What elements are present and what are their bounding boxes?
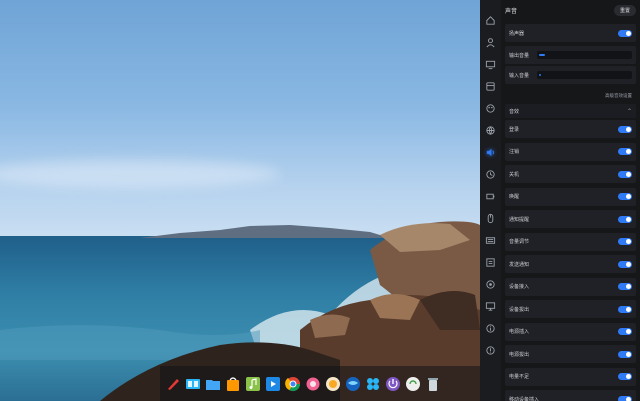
- effect-row: 注销: [505, 142, 636, 161]
- effect-toggle[interactable]: [618, 395, 632, 401]
- effect-toggle[interactable]: [618, 193, 632, 200]
- output-volume-row: 输出音量: [505, 46, 636, 64]
- effect-row: 通知提醒: [505, 210, 636, 228]
- effect-row: 关机: [505, 165, 636, 183]
- web-icon[interactable]: [344, 375, 362, 393]
- effect-toggle[interactable]: [618, 350, 632, 358]
- display-icon[interactable]: [480, 54, 501, 74]
- effect-toggle[interactable]: [618, 283, 632, 290]
- output-volume-label: 输出音量: [509, 52, 530, 59]
- effect-label: 设备拔出: [509, 306, 530, 313]
- input-volume-row: 输入音量: [505, 66, 636, 84]
- deepin-store-icon[interactable]: [324, 375, 342, 393]
- speaker-row: 扬声器: [505, 24, 636, 42]
- effect-row: 电量不足: [505, 367, 636, 386]
- update-icon[interactable]: [480, 230, 501, 250]
- app-store-icon[interactable]: [224, 375, 242, 393]
- rocks: [0, 221, 480, 401]
- effect-label: 唤醒: [509, 194, 520, 200]
- output-volume-fill: [539, 54, 545, 56]
- browser-icon[interactable]: [284, 375, 302, 393]
- account-icon[interactable]: [480, 32, 501, 52]
- trash-icon[interactable]: [424, 375, 442, 393]
- settings-sidebar: [480, 0, 502, 401]
- reset-button[interactable]: 重置: [613, 4, 636, 16]
- movie-icon[interactable]: [264, 375, 282, 393]
- printer-icon[interactable]: [480, 274, 501, 294]
- effect-row: 发送通知: [505, 255, 636, 273]
- effect-row: 唤醒: [505, 187, 636, 206]
- speaker-label: 扬声器: [509, 30, 525, 37]
- about-icon[interactable]: [480, 340, 501, 360]
- effect-toggle[interactable]: [618, 373, 632, 380]
- effect-toggle[interactable]: [618, 238, 632, 245]
- power-icon[interactable]: [480, 186, 501, 206]
- screenshot-icon[interactable]: [404, 375, 422, 393]
- datetime-icon[interactable]: [480, 164, 501, 184]
- network-icon[interactable]: [480, 120, 501, 140]
- file-manager-icon[interactable]: [204, 375, 222, 393]
- effect-row: 登录: [505, 120, 636, 138]
- effect-row: 设备接入: [505, 277, 636, 296]
- input-volume-fill: [539, 74, 541, 76]
- effect-label: 设备接入: [509, 284, 530, 290]
- control-center-icon[interactable]: [364, 375, 382, 393]
- effect-label: 移动设备插入: [509, 396, 540, 401]
- default-apps-icon[interactable]: [480, 76, 501, 96]
- settings-icon[interactable]: [304, 375, 322, 393]
- effect-label: 通知提醒: [509, 216, 530, 223]
- output-volume-slider[interactable]: [537, 51, 632, 59]
- effect-label: 关机: [509, 171, 520, 178]
- effect-label: 发送通知: [509, 261, 530, 268]
- sound-icon[interactable]: [480, 142, 501, 162]
- info-icon[interactable]: [480, 318, 501, 338]
- sound-settings-panel: 声音 重置 扬声器 输出音量 输入音量 高级音效设置 音效 ⌃ 登录注销关机唤醒…: [501, 0, 640, 401]
- effects-section-title: 音效: [509, 108, 520, 115]
- effect-row: 音量调节: [505, 232, 636, 251]
- multitasking-icon[interactable]: [184, 375, 202, 393]
- effect-toggle[interactable]: [618, 328, 632, 335]
- effect-label: 音量调节: [509, 239, 530, 245]
- dock: [160, 366, 480, 401]
- personalization-icon[interactable]: [480, 98, 501, 118]
- home-icon[interactable]: [480, 10, 501, 30]
- shutdown-icon[interactable]: [384, 375, 402, 393]
- effect-label: 电量不足: [509, 374, 530, 380]
- panel-header: 声音 重置: [505, 4, 636, 16]
- input-volume-label: 输入音量: [509, 72, 530, 79]
- desktop-wallpaper: [0, 0, 480, 401]
- effect-toggle[interactable]: [618, 260, 632, 268]
- page-title: 声音: [505, 7, 518, 15]
- effect-toggle[interactable]: [618, 215, 632, 223]
- effects-section-header[interactable]: 音效 ⌃: [505, 104, 636, 118]
- effect-toggle[interactable]: [618, 125, 632, 133]
- effect-label: 注销: [509, 149, 520, 155]
- effect-row: 设备拔出: [505, 300, 636, 318]
- effect-label: 电源插入: [509, 329, 530, 335]
- launcher-icon[interactable]: [164, 375, 182, 393]
- effect-row: 电源拔出: [505, 345, 636, 363]
- advanced-sound-link[interactable]: 高级音效设置: [605, 93, 632, 99]
- effect-label: 登录: [509, 126, 520, 133]
- input-volume-slider[interactable]: [537, 71, 632, 79]
- effect-toggle[interactable]: [618, 148, 632, 155]
- music-icon[interactable]: [244, 375, 262, 393]
- system-info-icon[interactable]: [480, 296, 501, 316]
- effect-row: 电源插入: [505, 322, 636, 341]
- effect-row: 移动设备插入: [505, 390, 636, 401]
- effect-label: 电源拔出: [509, 351, 530, 358]
- keyboard-icon[interactable]: [480, 252, 501, 272]
- chevron-up-icon: ⌃: [626, 107, 632, 115]
- mouse-icon[interactable]: [480, 208, 501, 228]
- effect-toggle[interactable]: [618, 170, 632, 178]
- effect-toggle[interactable]: [618, 305, 632, 313]
- speaker-toggle[interactable]: [618, 29, 632, 37]
